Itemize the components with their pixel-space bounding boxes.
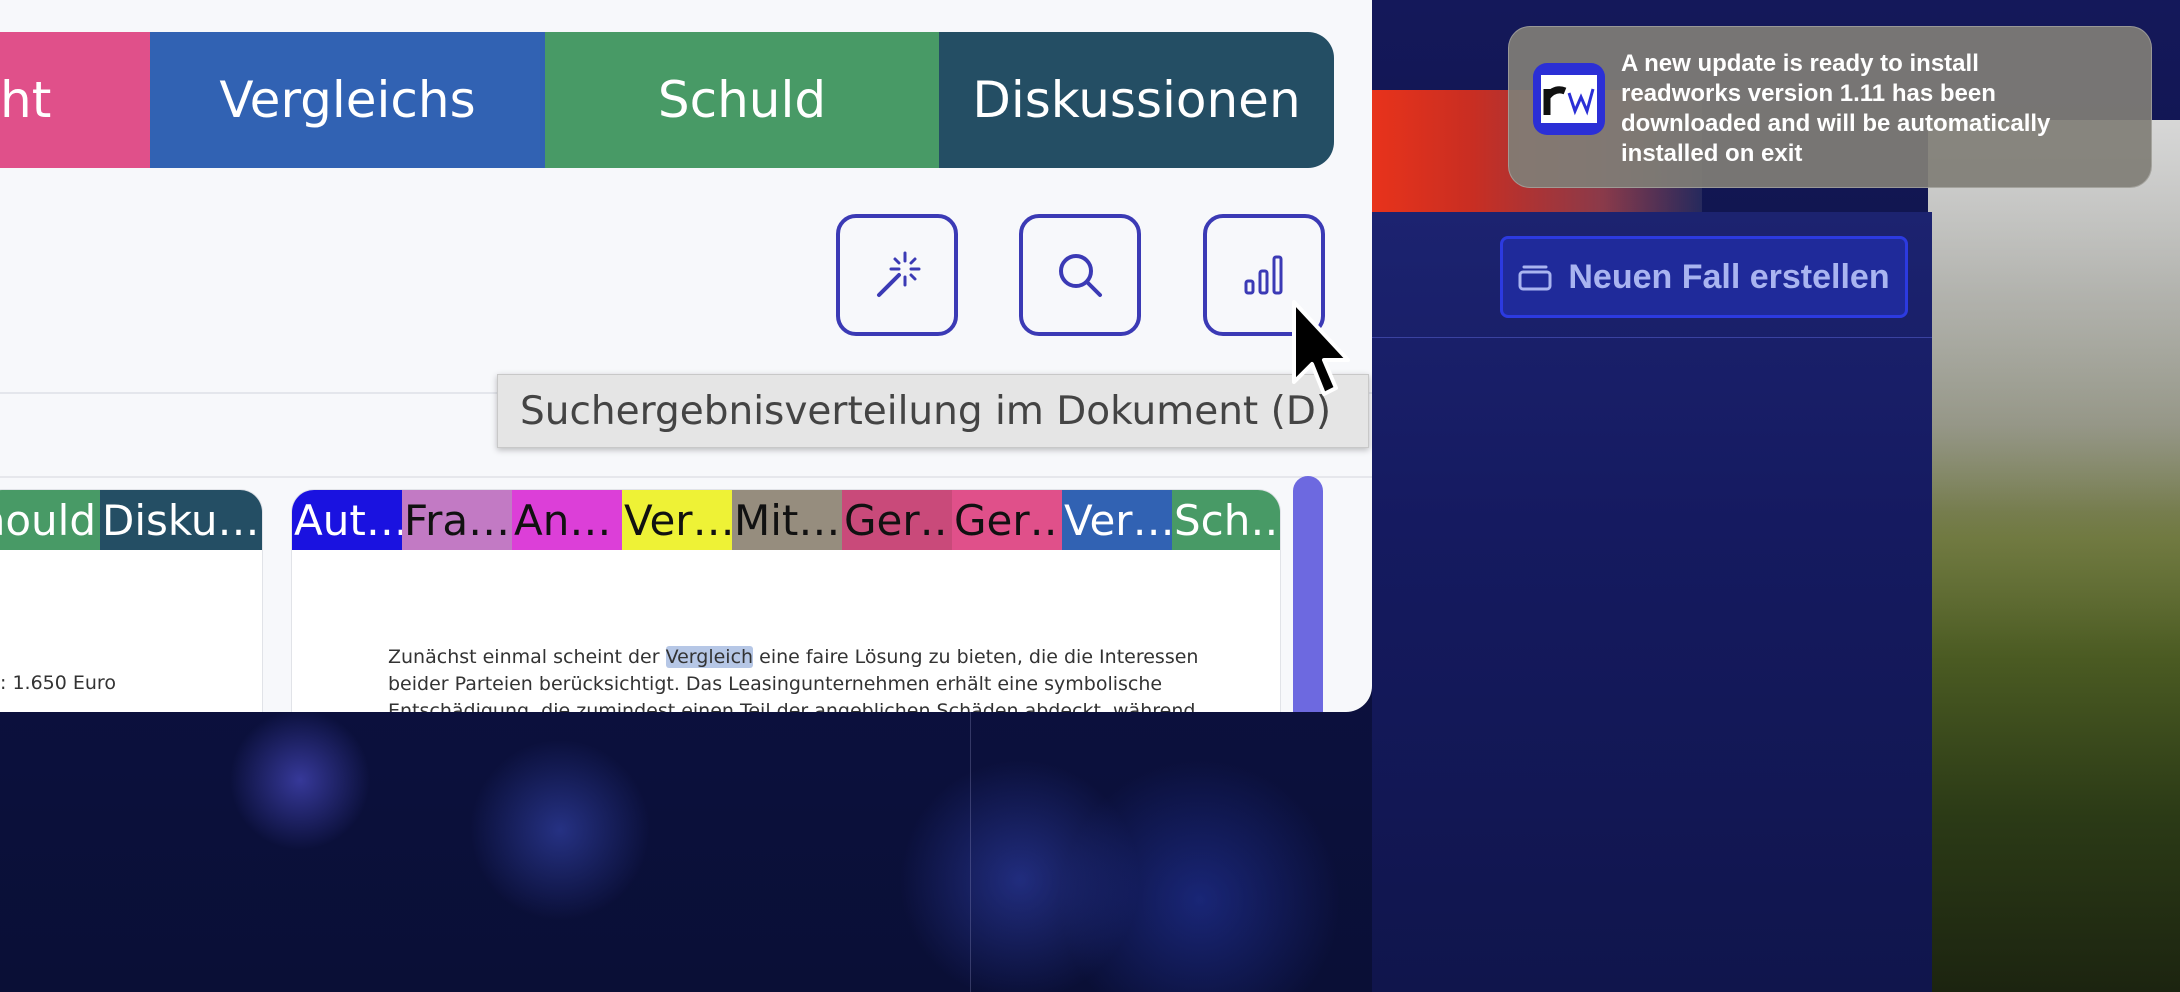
- chip-row: hould Disku…: [0, 490, 262, 550]
- category-chip[interactable]: Mit…: [732, 490, 842, 550]
- category-chip[interactable]: Disku…: [100, 490, 262, 550]
- notification-text: A new update is ready to install readwor…: [1621, 49, 2050, 169]
- mouse-pointer-icon: [1292, 300, 1350, 396]
- category-chip[interactable]: An…: [512, 490, 622, 550]
- category-chip[interactable]: Ver…: [622, 490, 732, 550]
- readworks-logo-icon: [1533, 63, 1605, 135]
- notification-line: installed on exit: [1621, 140, 1803, 167]
- magic-wand-icon: [877, 251, 921, 297]
- scrollbar-thumb[interactable]: [1293, 476, 1323, 712]
- category-chip[interactable]: Ver…: [1062, 490, 1172, 550]
- document-card-left[interactable]: hould Disku… : 1.650 Euro: [0, 490, 262, 712]
- tab-vergleichs[interactable]: Vergleichs: [150, 32, 545, 168]
- notification-line: downloaded and will be automatically: [1621, 110, 2051, 137]
- content-separator: [0, 476, 1372, 478]
- search-button[interactable]: [1019, 214, 1141, 336]
- notification-title: A new update is ready to install: [1621, 50, 1979, 77]
- wallpaper-forest: [1928, 120, 2180, 992]
- new-case-label: Neuen Fall erstellen: [1568, 257, 1890, 296]
- category-chip[interactable]: Aut…: [292, 490, 402, 550]
- tab-diskussionen[interactable]: Diskussionen: [939, 32, 1334, 168]
- folder-stack-icon: [1518, 265, 1552, 291]
- category-chip[interactable]: Ger…: [842, 490, 952, 550]
- tooltip: Suchergebnisverteilung im Dokument (D): [497, 374, 1369, 448]
- snippet-text: Zunächst einmal scheint der: [388, 646, 666, 668]
- category-chip[interactable]: hould: [0, 490, 100, 550]
- category-chip[interactable]: Fra…: [402, 490, 512, 550]
- document-snippet: : 1.650 Euro: [0, 672, 116, 694]
- category-tabs: ht Vergleichs Schuld Diskussionen: [0, 32, 1334, 168]
- tab-schuld[interactable]: Schuld: [545, 32, 939, 168]
- background-app-separator: [1372, 337, 1932, 338]
- notification-line: readworks version 1.11 has been: [1621, 80, 1996, 107]
- tab-partial[interactable]: ht: [0, 32, 150, 168]
- document-card-right[interactable]: Aut… Fra… An… Ver… Mit… Ger… Ger… Ver… S…: [292, 490, 1280, 712]
- magic-wand-button[interactable]: [836, 214, 958, 336]
- app-window: ht Vergleichs Schuld Diskussionen ould D…: [0, 0, 1372, 712]
- chip-row: Aut… Fra… An… Ver… Mit… Ger… Ger… Ver… S…: [292, 490, 1280, 550]
- category-chip[interactable]: Ger…: [952, 490, 1062, 550]
- document-snippet: Zunächst einmal scheint der Vergleich ei…: [388, 644, 1248, 712]
- search-highlight: Vergleich: [665, 646, 754, 668]
- bar-chart-icon: [1244, 255, 1283, 295]
- update-notification[interactable]: A new update is ready to install readwor…: [1508, 26, 2152, 188]
- desktop-divider-line: [970, 712, 971, 992]
- category-chip[interactable]: Sch…: [1172, 490, 1280, 550]
- background-app-window: [1372, 212, 1932, 992]
- new-case-button[interactable]: Neuen Fall erstellen: [1500, 236, 1908, 318]
- search-icon: [1059, 254, 1102, 297]
